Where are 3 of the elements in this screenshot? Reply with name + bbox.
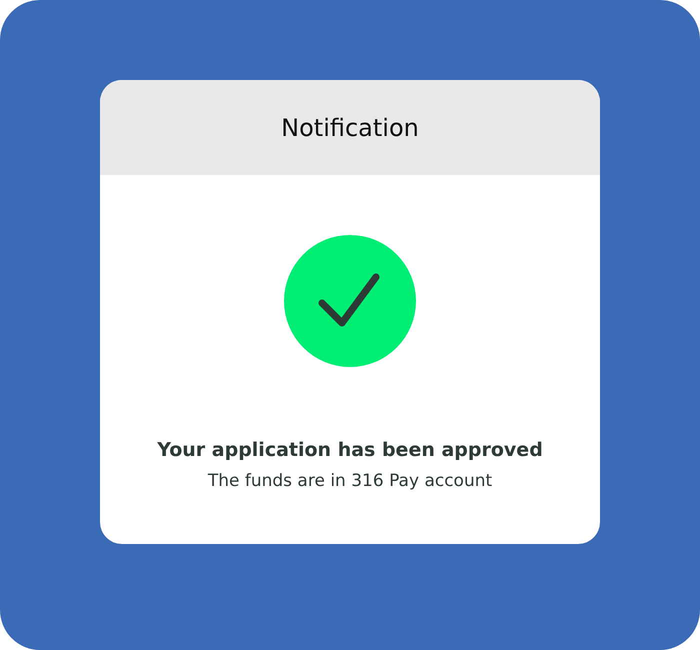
dialog-title: Notification — [281, 114, 419, 142]
message-text: Your application has been approved — [157, 439, 543, 461]
detail-text: The funds are in 316 Pay account — [208, 471, 492, 491]
